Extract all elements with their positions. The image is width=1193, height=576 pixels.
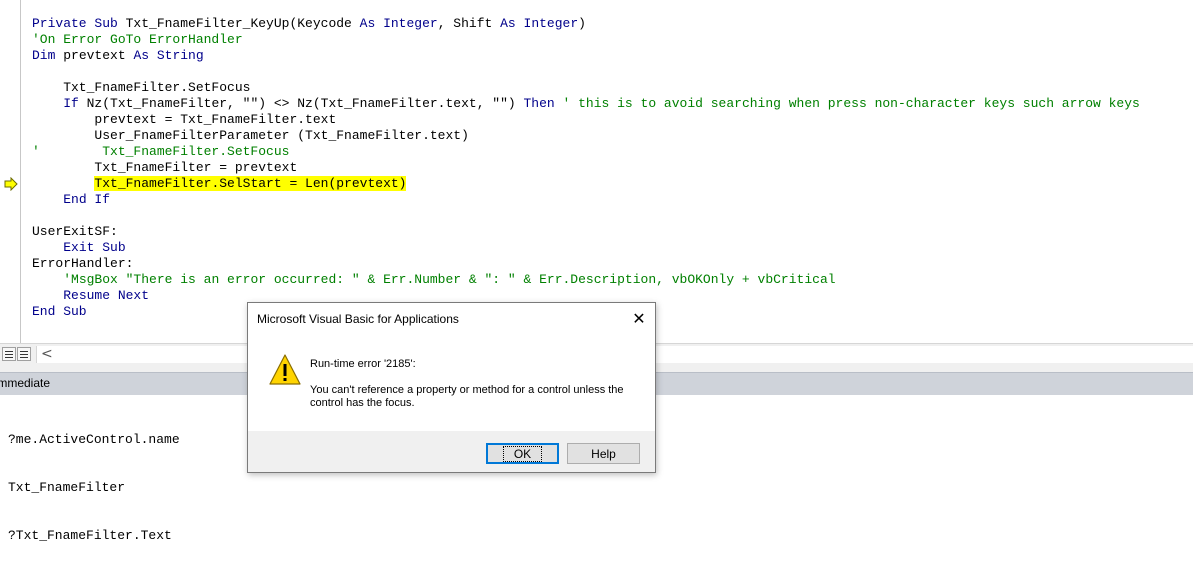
code-keyword: Then: [523, 96, 563, 111]
code-line[interactable]: [32, 64, 1140, 80]
code-text: Nz(Txt_FnameFilter, "") <> Nz(Txt_FnameF…: [86, 96, 524, 111]
immediate-window-title: Immediate: [0, 376, 51, 390]
scroll-left-icon[interactable]: <: [41, 346, 53, 363]
code-line[interactable]: Private Sub Txt_FnameFilter_KeyUp(Keycod…: [32, 16, 1140, 32]
immediate-line: ?Txt_FnameFilter.Text: [8, 528, 172, 543]
code-text: User_FnameFilterParameter (Txt_FnameFilt…: [32, 128, 469, 143]
code-comment: ' Txt_FnameFilter.SetFocus: [32, 144, 290, 159]
code-keyword: Dim: [32, 48, 64, 63]
code-comment: 'On Error GoTo ErrorHandler: [32, 32, 243, 47]
code-line[interactable]: ErrorHandler:: [32, 256, 1140, 272]
code-line[interactable]: Txt_FnameFilter.SetFocus: [32, 80, 1140, 96]
ok-button[interactable]: OK: [486, 443, 559, 464]
code-text: UserExitSF:: [32, 224, 118, 239]
warning-icon: [269, 354, 301, 385]
immediate-window-content[interactable]: ?me.ActiveControl.name Txt_FnameFilter ?…: [8, 400, 180, 576]
code-keyword: End Sub: [32, 304, 87, 319]
code-keyword: As Integer: [500, 16, 579, 31]
code-editor[interactable]: Private Sub Txt_FnameFilter_KeyUp(Keycod…: [0, 0, 1193, 343]
code-text: ): [578, 16, 586, 31]
code-pane[interactable]: Private Sub Txt_FnameFilter_KeyUp(Keycod…: [32, 16, 1140, 320]
code-line[interactable]: End If: [32, 192, 1140, 208]
error-number-label: Run-time error '2185':: [310, 358, 416, 370]
code-comment: ' this is to avoid searching when press …: [562, 96, 1140, 111]
code-line[interactable]: If Nz(Txt_FnameFilter, "") <> Nz(Txt_Fna…: [32, 96, 1140, 112]
error-message: You can't reference a property or method…: [310, 384, 624, 409]
dialog-button-bar: OK Help: [248, 431, 655, 472]
ok-button-label: OK: [502, 446, 543, 462]
code-line[interactable]: Exit Sub: [32, 240, 1140, 256]
code-keyword: Resume Next: [63, 288, 150, 303]
immediate-line: ?me.ActiveControl.name: [8, 432, 180, 447]
immediate-line: Txt_FnameFilter: [8, 480, 126, 495]
procedure-view-icon[interactable]: [2, 347, 16, 361]
code-text: Txt_FnameFilter = prevtext: [32, 160, 298, 175]
runtime-error-dialog: Microsoft Visual Basic for Applications …: [247, 302, 656, 473]
code-line[interactable]: ' Txt_FnameFilter.SetFocus: [32, 144, 1140, 160]
code-text: prevtext = Txt_FnameFilter.text: [32, 112, 337, 127]
code-text: Txt_FnameFilter.SetFocus: [32, 80, 251, 95]
code-keyword: Private Sub: [32, 16, 126, 31]
code-line[interactable]: prevtext = Txt_FnameFilter.text: [32, 112, 1140, 128]
arrow-right-icon: [4, 177, 18, 191]
code-line[interactable]: Dim prevtext As String: [32, 48, 1140, 64]
highlighted-statement: Txt_FnameFilter.SelStart = Len(prevtext): [94, 176, 407, 191]
code-line[interactable]: Txt_FnameFilter = prevtext: [32, 160, 1140, 176]
code-line[interactable]: [32, 208, 1140, 224]
code-keyword: Exit Sub: [63, 240, 126, 255]
code-keyword: End If: [63, 192, 111, 207]
code-comment: 'MsgBox "There is an error occurred: " &…: [63, 272, 836, 287]
code-keyword: As String: [133, 48, 204, 63]
dialog-titlebar[interactable]: Microsoft Visual Basic for Applications …: [248, 303, 655, 335]
code-line[interactable]: 'MsgBox "There is an error occurred: " &…: [32, 272, 1140, 288]
dialog-title: Microsoft Visual Basic for Applications: [257, 312, 459, 326]
code-keyword: If: [63, 96, 87, 111]
code-line[interactable]: UserExitSF:: [32, 224, 1140, 240]
code-text: , Shift: [437, 16, 501, 31]
help-button[interactable]: Help: [567, 443, 640, 464]
code-text: Txt_FnameFilter_KeyUp(Keycode: [125, 16, 360, 31]
code-keyword: As Integer: [359, 16, 438, 31]
code-line[interactable]: User_FnameFilterParameter (Txt_FnameFilt…: [32, 128, 1140, 144]
code-line[interactable]: 'On Error GoTo ErrorHandler: [32, 32, 1140, 48]
code-text: ErrorHandler:: [32, 256, 134, 271]
close-icon[interactable]: ✕: [625, 305, 653, 333]
code-line[interactable]: Txt_FnameFilter.SelStart = Len(prevtext): [32, 176, 1140, 192]
full-module-view-icon[interactable]: [17, 347, 31, 361]
margin-indicator-bar[interactable]: [0, 0, 21, 343]
code-text: prevtext: [63, 48, 134, 63]
